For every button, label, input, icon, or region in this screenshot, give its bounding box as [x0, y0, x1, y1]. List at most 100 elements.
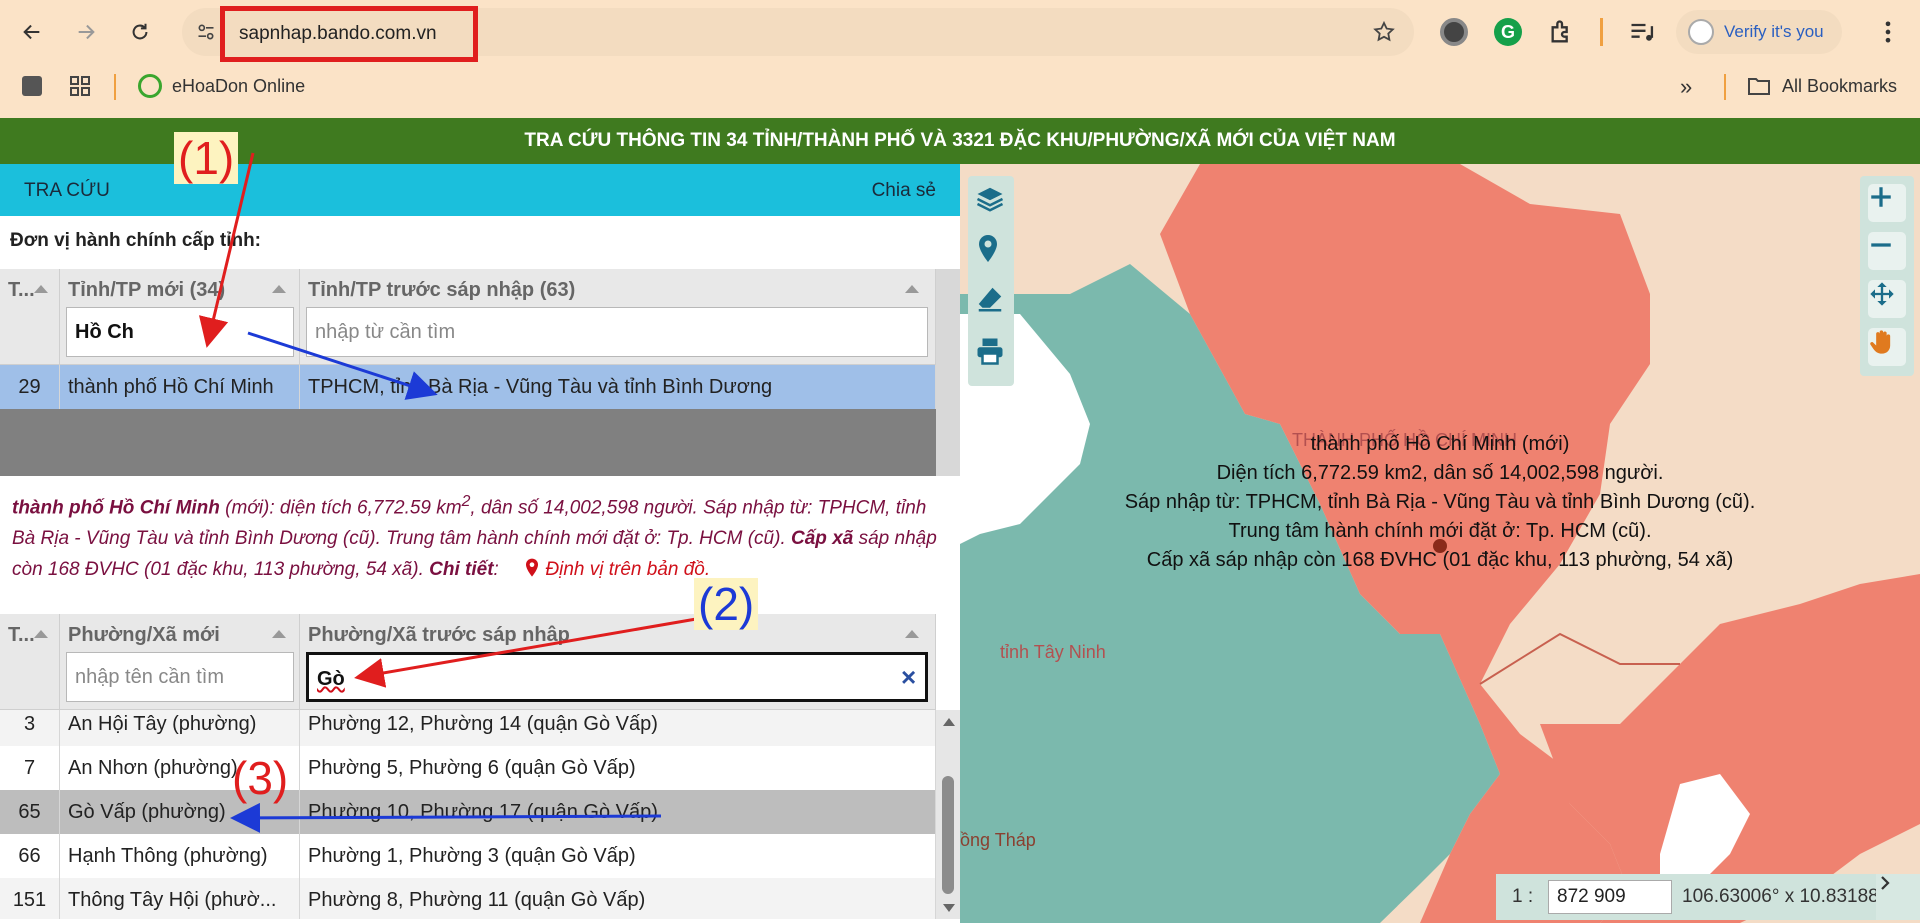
cell-stt: 65: [0, 790, 60, 834]
scroll-down-icon[interactable]: [943, 904, 955, 912]
table-row-selected[interactable]: 65 Gò Vấp (phường) Phường 10, Phường 17 …: [0, 790, 936, 834]
zoom-out-button[interactable]: [1868, 232, 1906, 270]
map-label-tayninh: tỉnh Tây Ninh: [1000, 642, 1106, 662]
apps-grid-icon[interactable]: [68, 74, 92, 98]
map-label-dongthap: ồng Tháp: [960, 830, 1036, 850]
tab-lookup[interactable]: TRA CỨU: [24, 180, 110, 202]
url-highlight[interactable]: sapnhap.bando.com.vn: [220, 6, 478, 62]
back-button[interactable]: [14, 14, 50, 50]
province-grid-scrollbar[interactable]: [936, 269, 960, 476]
url-text: sapnhap.bando.com.vn: [239, 23, 437, 44]
hand-icon: [1870, 330, 1891, 354]
cell-old: Phường 10, Phường 17 (quận Gò Vấp): [300, 790, 936, 834]
table-row[interactable]: 7 An Nhơn (phường) Phường 5, Phường 6 (q…: [0, 746, 936, 790]
ward-grid-scrollbar[interactable]: [936, 710, 960, 919]
locate-on-map-link[interactable]: Định vị trên bản đồ.: [545, 559, 710, 580]
tab-search-icon[interactable]: [22, 76, 42, 96]
cell-stt: 3: [0, 710, 60, 746]
scalebar-next-button[interactable]: [1876, 874, 1920, 920]
col-new-ward[interactable]: Phường/Xã mới nhập tên cần tìm: [60, 614, 300, 709]
map-view[interactable]: THÀNH PHỐ HỒ CHÍ MINH tỉnh Tây Ninh ồng …: [960, 164, 1920, 923]
desc-b1: Cấp xã: [791, 528, 854, 550]
cell-new: thành phố Hồ Chí Minh: [60, 365, 300, 409]
table-row[interactable]: 151 Thông Tây Hội (phườ... Phường 8, Phư…: [0, 878, 936, 919]
clear-filter-icon[interactable]: ×: [901, 662, 916, 693]
arrow-right-icon: [78, 24, 95, 40]
zoom-in-button[interactable]: [1868, 184, 1906, 222]
ward-new-filter[interactable]: nhập tên cần tìm: [66, 652, 294, 702]
scroll-thumb[interactable]: [942, 776, 954, 894]
arrow-left-icon: [23, 24, 40, 40]
province-description: thành phố Hồ Chí Minh (mới): diện tích 6…: [12, 486, 942, 585]
puzzle-icon[interactable]: [1548, 18, 1576, 46]
cell-old: TPHCM, tỉnh Bà Rịa - Vũng Tàu và tỉnh Bì…: [300, 365, 936, 409]
move-arrows-icon: [1870, 282, 1894, 306]
col-new-ward-title: Phường/Xã mới: [68, 624, 220, 646]
scale-bar: 1 : 872 909 106.63006° x 10.83188°: [1496, 874, 1920, 920]
map-pin-icon: [526, 558, 539, 577]
share-link[interactable]: Chia sẻ: [872, 180, 936, 202]
minus-icon: [1871, 243, 1891, 247]
reload-icon: [132, 23, 148, 40]
col-stt-title: T...: [8, 279, 35, 301]
chevron-double-right-icon[interactable]: »: [1680, 74, 1692, 100]
col-new-province[interactable]: Tỉnh/TP mới (34) Hồ Ch: [60, 269, 300, 364]
col-old-province[interactable]: Tỉnh/TP trước sáp nhập (63) nhập từ cần …: [300, 269, 936, 364]
ward-old-filter[interactable]: Gò: [306, 652, 928, 702]
province-grid: T... Tỉnh/TP mới (34) Hồ Ch Tỉnh/TP trướ…: [0, 269, 960, 476]
col-old-ward[interactable]: Phường/Xã trước sáp nhập Gò ×: [300, 614, 936, 709]
col-stt-title: T...: [8, 624, 35, 646]
eraser-icon[interactable]: [975, 284, 1007, 316]
media-icon[interactable]: [1628, 18, 1656, 46]
popup-line-5: Cấp xã sáp nhập còn 168 ĐVHC (01 đặc khu…: [1146, 549, 1734, 571]
cell-stt: 7: [0, 746, 60, 790]
profile-avatar-icon: [1688, 19, 1714, 45]
col-stt[interactable]: T...: [0, 614, 60, 709]
sort-arrow-icon: [272, 285, 286, 293]
cell-new: An Hội Tây (phường): [60, 710, 300, 746]
sort-arrow-icon: [905, 285, 919, 293]
annotation-3: (3): [232, 752, 289, 804]
cell-old: Phường 1, Phường 3 (quận Gò Vấp): [300, 834, 936, 878]
province-new-filter[interactable]: Hồ Ch: [66, 307, 294, 357]
table-row[interactable]: 29 thành phố Hồ Chí Minh TPHCM, tỉnh Bà …: [0, 365, 936, 409]
print-icon[interactable]: [975, 336, 1007, 368]
folder-icon: [1748, 78, 1770, 95]
cell-stt: 66: [0, 834, 60, 878]
scroll-up-icon[interactable]: [943, 718, 955, 726]
coords-readout: 106.63006° x 10.83188°: [1682, 886, 1887, 907]
location-pin-icon[interactable]: [975, 234, 1007, 266]
browser-chrome: sapnhap.bando.com.vn G Verify it's you e…: [0, 0, 1920, 118]
full-extent-button[interactable]: [1868, 280, 1906, 318]
popup-line-4: Trung tâm hành chính mới đặt ở: Tp. HCM …: [1228, 520, 1652, 542]
star-icon[interactable]: [1372, 20, 1396, 44]
popup-line-3: Sáp nhập từ: TPHCM, tỉnh Bà Rịa - Vũng T…: [1124, 491, 1756, 513]
extension-icon[interactable]: [1440, 18, 1468, 46]
ehoadon-favicon: [138, 74, 162, 98]
table-row[interactable]: 3 An Hội Tây (phường) Phường 12, Phường …: [0, 710, 936, 746]
verify-profile-button[interactable]: Verify it's you: [1676, 10, 1842, 54]
reload-button[interactable]: [122, 14, 158, 50]
bookmark-all[interactable]: All Bookmarks: [1782, 76, 1897, 97]
chevron-right-icon: [1881, 876, 1890, 890]
popup-line-1: thành phố Hồ Chí Minh (mới): [1310, 433, 1570, 455]
col-stt[interactable]: T...: [0, 269, 60, 364]
more-vert-icon[interactable]: [1874, 18, 1902, 46]
cell-stt: 151: [0, 878, 60, 919]
section-title: Đơn vị hành chính cấp tỉnh:: [10, 230, 262, 251]
cell-new: Hạnh Thông (phường): [60, 834, 300, 878]
scale-prefix: 1 :: [1512, 886, 1534, 907]
bookmark-ehoadon[interactable]: eHoaDon Online: [172, 76, 305, 97]
forward-button[interactable]: [68, 14, 104, 50]
cell-old: Phường 8, Phường 11 (quận Gò Vấp): [300, 878, 936, 919]
zoom-panel: [1860, 176, 1914, 376]
annotation-2: (2): [694, 578, 759, 630]
ward-grid: T... Phường/Xã mới nhập tên cần tìm Phườ…: [0, 614, 960, 919]
pan-button[interactable]: [1868, 328, 1906, 366]
table-row[interactable]: 66 Hạnh Thông (phường) Phường 1, Phường …: [0, 834, 936, 878]
province-grid-header: T... Tỉnh/TP mới (34) Hồ Ch Tỉnh/TP trướ…: [0, 269, 936, 365]
layers-icon[interactable]: [975, 184, 1007, 216]
province-old-filter[interactable]: nhập từ cần tìm: [306, 307, 928, 357]
scale-input[interactable]: 872 909: [1548, 880, 1672, 914]
grammarly-icon[interactable]: G: [1494, 18, 1522, 46]
